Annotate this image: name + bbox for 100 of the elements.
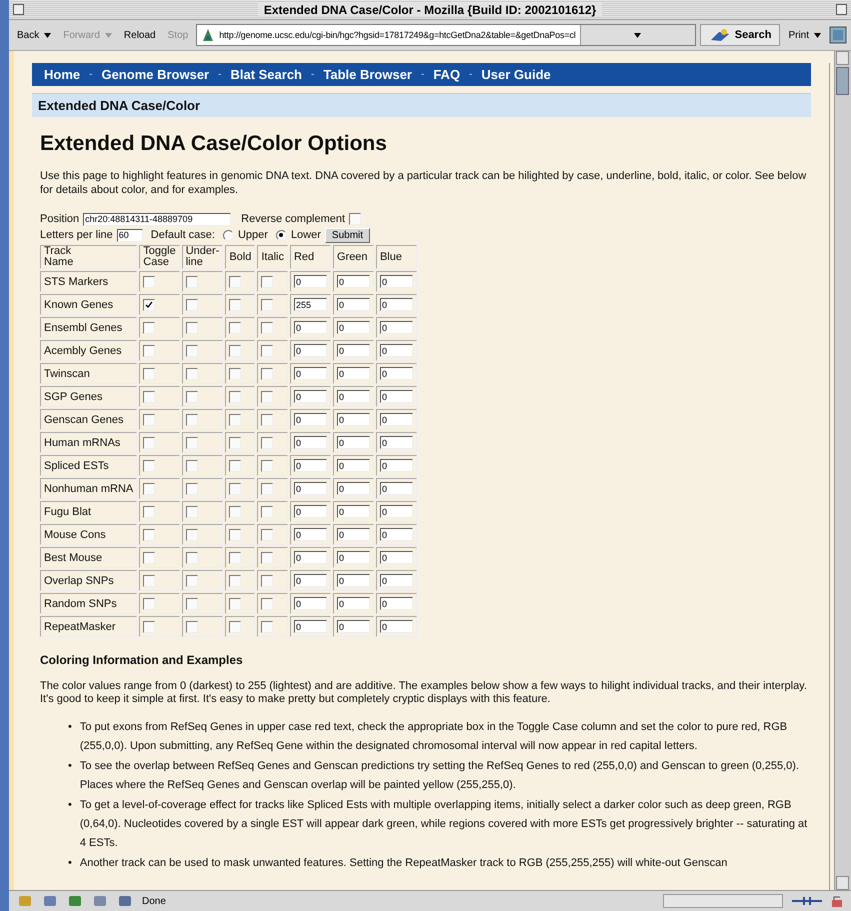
track-checkbox[interactable]	[229, 368, 242, 380]
track-checkbox[interactable]	[143, 390, 156, 403]
color-field[interactable]: 0	[380, 574, 413, 587]
color-field[interactable]: 0	[336, 321, 370, 334]
track-checkbox[interactable]	[143, 598, 156, 610]
track-checkbox[interactable]	[261, 344, 274, 357]
track-checkbox[interactable]	[261, 506, 274, 518]
status-icon[interactable]	[42, 894, 58, 908]
track-checkbox[interactable]	[186, 574, 198, 587]
color-field[interactable]: 0	[294, 344, 327, 357]
reverse-checkbox[interactable]	[349, 213, 362, 225]
case-radio[interactable]	[276, 230, 287, 240]
track-checkbox[interactable]	[261, 460, 274, 472]
color-field[interactable]: 0	[380, 367, 413, 380]
close-box[interactable]	[13, 4, 24, 15]
color-field[interactable]: 0	[380, 344, 413, 357]
print-button[interactable]: Print	[784, 28, 825, 42]
track-checkbox[interactable]	[229, 574, 242, 587]
color-field[interactable]: 0	[294, 436, 327, 449]
color-field[interactable]: 0	[294, 482, 327, 495]
color-field[interactable]: 0	[380, 298, 413, 311]
color-field[interactable]: 0	[336, 390, 370, 403]
track-checkbox[interactable]	[261, 552, 274, 564]
track-checkbox[interactable]	[229, 482, 242, 495]
color-field[interactable]: 0	[336, 344, 370, 357]
window-button[interactable]	[836, 4, 848, 15]
color-field[interactable]: 0	[294, 505, 327, 518]
color-field[interactable]: 0	[294, 620, 327, 633]
track-checkbox[interactable]	[261, 574, 274, 587]
color-field[interactable]: 0	[380, 321, 413, 334]
track-checkbox[interactable]	[143, 436, 156, 449]
track-checkbox[interactable]	[143, 460, 156, 472]
track-checkbox[interactable]	[229, 344, 242, 357]
letters-field[interactable]: 60	[116, 228, 143, 242]
search-button[interactable]: Search	[700, 24, 780, 46]
nav-link[interactable]: FAQ	[433, 67, 460, 82]
track-checkbox[interactable]	[261, 390, 274, 403]
track-checkbox[interactable]	[186, 598, 198, 610]
color-field[interactable]: 0	[294, 459, 327, 472]
color-field[interactable]: 0	[294, 574, 327, 587]
track-checkbox[interactable]	[229, 390, 242, 403]
color-field[interactable]: 0	[294, 367, 327, 380]
color-field[interactable]: 0	[336, 597, 370, 610]
track-checkbox[interactable]	[186, 298, 198, 311]
track-checkbox[interactable]	[143, 482, 156, 495]
color-field[interactable]: 0	[294, 390, 327, 403]
track-checkbox[interactable]	[186, 322, 198, 334]
color-field[interactable]: 255	[294, 298, 327, 311]
track-checkbox[interactable]	[229, 436, 242, 449]
color-field[interactable]: 0	[380, 459, 413, 472]
track-checkbox[interactable]	[229, 552, 242, 564]
nav-link[interactable]: Blat Search	[230, 67, 302, 82]
toolbar-button[interactable]: Back	[13, 28, 56, 42]
nav-link[interactable]: Table Browser	[323, 67, 412, 82]
color-field[interactable]: 0	[336, 551, 370, 564]
track-checkbox[interactable]	[186, 436, 198, 449]
color-field[interactable]: 0	[336, 459, 370, 472]
color-field[interactable]: 0	[380, 275, 413, 288]
track-checkbox[interactable]	[261, 436, 274, 449]
color-field[interactable]: 0	[380, 528, 413, 541]
track-checkbox[interactable]	[261, 598, 274, 610]
toolbar-button[interactable]: Reload	[120, 28, 160, 42]
color-field[interactable]: 0	[380, 413, 413, 426]
address-field[interactable]: http://genome.ucsc.edu/cgi-bin/hgc?hgsid=17817249&g=htcGetDna2&table=&getDnaPos=cl	[196, 24, 696, 46]
track-checkbox[interactable]	[261, 276, 274, 288]
track-checkbox[interactable]	[186, 368, 198, 380]
track-checkbox[interactable]	[229, 460, 242, 472]
color-field[interactable]: 0	[336, 528, 370, 541]
track-checkbox[interactable]	[261, 322, 274, 334]
track-checkbox[interactable]	[186, 344, 198, 357]
track-checkbox[interactable]	[261, 414, 274, 426]
color-field[interactable]: 0	[294, 528, 327, 541]
track-checkbox[interactable]	[229, 276, 242, 288]
track-checkbox[interactable]	[229, 506, 242, 518]
color-field[interactable]: 0	[380, 620, 413, 633]
color-field[interactable]: 0	[336, 413, 370, 426]
caret-icon[interactable]	[814, 32, 821, 38]
status-icon[interactable]	[67, 894, 83, 908]
color-field[interactable]: 0	[294, 413, 327, 426]
status-icon[interactable]	[92, 894, 108, 908]
status-icon[interactable]	[117, 894, 133, 908]
track-checkbox[interactable]	[261, 368, 274, 380]
color-field[interactable]: 0	[380, 436, 413, 449]
color-field[interactable]: 0	[336, 482, 370, 495]
track-checkbox[interactable]	[186, 460, 198, 472]
track-checkbox[interactable]	[229, 298, 242, 311]
track-checkbox[interactable]	[186, 620, 198, 633]
color-field[interactable]: 0	[336, 620, 370, 633]
track-checkbox[interactable]	[143, 620, 156, 633]
track-checkbox[interactable]	[261, 298, 274, 311]
track-checkbox[interactable]	[143, 298, 156, 311]
case-radio[interactable]	[222, 230, 234, 240]
track-checkbox[interactable]	[186, 414, 198, 426]
color-field[interactable]: 0	[294, 275, 327, 288]
color-field[interactable]: 0	[380, 597, 413, 610]
color-field[interactable]: 0	[336, 574, 370, 587]
track-checkbox[interactable]	[143, 528, 156, 541]
track-checkbox[interactable]	[143, 322, 156, 334]
track-checkbox[interactable]	[229, 528, 242, 541]
nav-link[interactable]: User Guide	[481, 67, 551, 82]
